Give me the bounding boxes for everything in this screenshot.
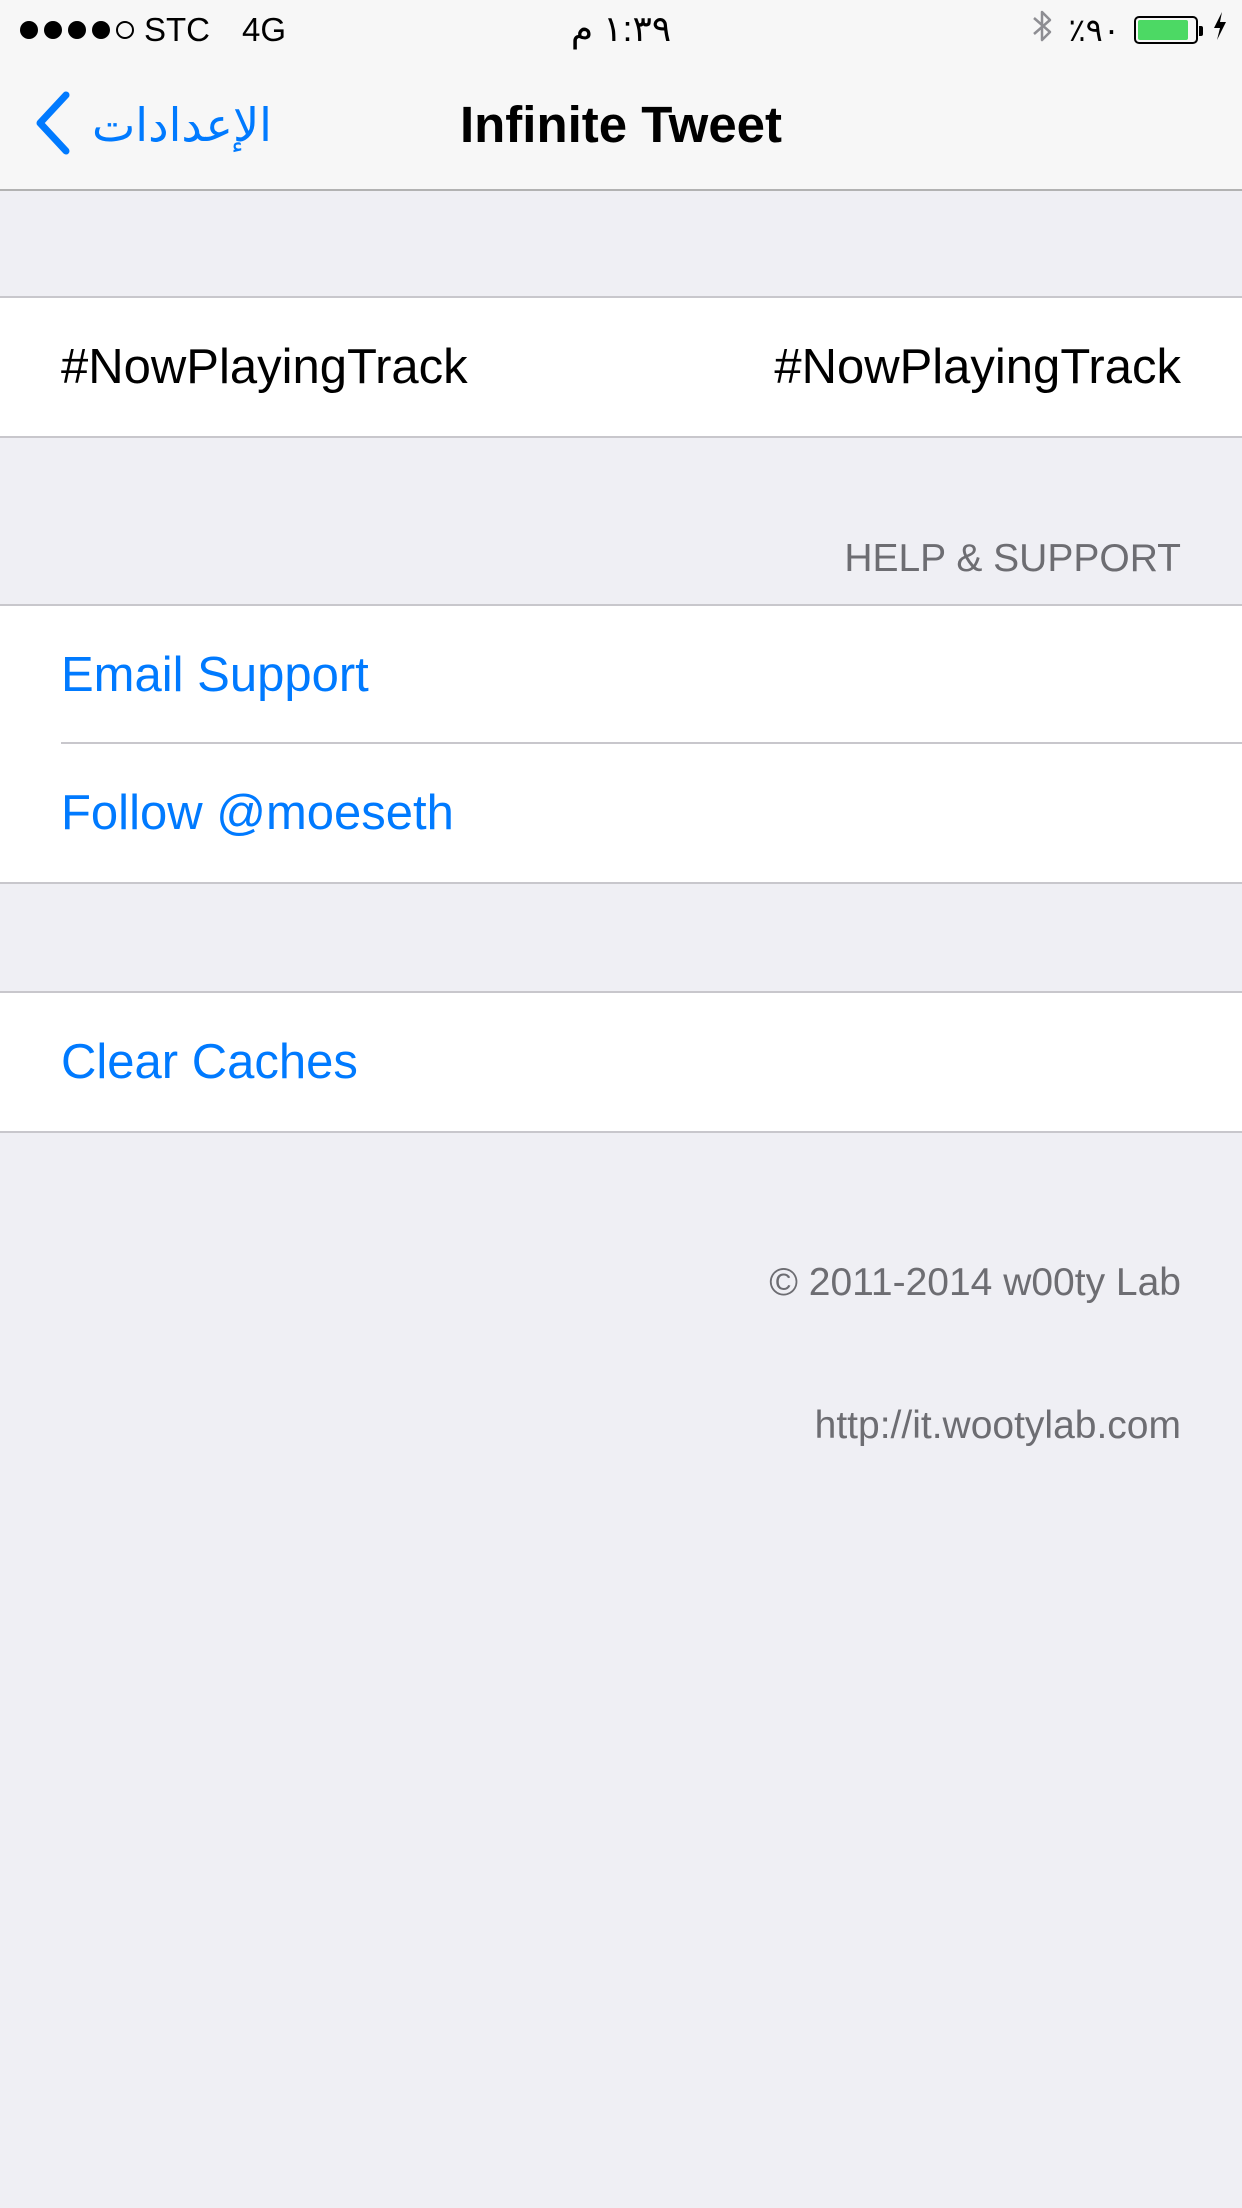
hashtag-value: #NowPlayingTrack [774,340,1181,394]
status-right: ٪٩٠ [1030,10,1228,49]
battery-icon [1134,16,1203,44]
copyright-text: © 2011-2014 w00ty Lab [769,1261,1181,1304]
website-url: http://it.wootylab.com [814,1404,1181,1447]
email-support-label: Email Support [61,648,369,702]
clear-caches-cell[interactable]: Clear Caches [0,993,1242,1131]
page-title: Infinite Tweet [459,96,783,153]
hashtag-cell[interactable]: #NowPlayingTrack #NowPlayingTrack [0,298,1242,436]
battery-nub [1199,26,1203,36]
help-support-group: Email Support Follow @moeseth [0,604,1242,884]
navigation-bar: الإعدادات Infinite Tweet [0,60,1242,191]
charging-bolt-icon [1212,11,1228,49]
hashtag-group: #NowPlayingTrack #NowPlayingTrack [0,296,1242,438]
section-header-help: HELP & SUPPORT [844,537,1181,580]
status-bar: STC 4G ١:٣٩ م ٪٩٠ [0,0,1242,60]
follow-label: Follow @moeseth [61,786,454,840]
email-support-cell[interactable]: Email Support [0,606,1242,744]
follow-cell[interactable]: Follow @moeseth [0,744,1242,882]
hashtag-label: #NowPlayingTrack [61,340,468,394]
bluetooth-icon [1030,8,1054,52]
clear-caches-label: Clear Caches [61,1035,358,1089]
battery-fill [1138,20,1189,40]
clear-caches-group: Clear Caches [0,991,1242,1133]
battery-percent: ٪٩٠ [1068,12,1120,48]
